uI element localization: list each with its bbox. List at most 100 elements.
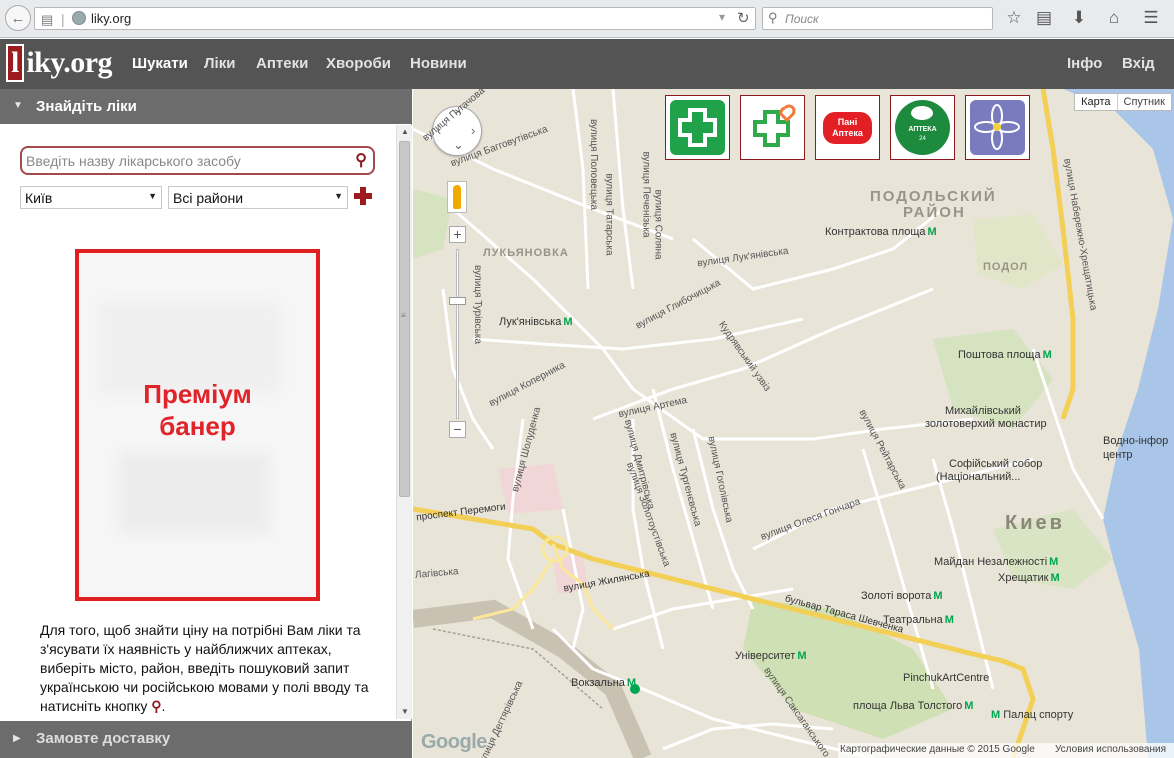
banner-line-2: банер [159, 411, 236, 441]
nav-medicines[interactable]: Ліки [204, 55, 235, 72]
chain-logo-heart-icon [745, 100, 800, 155]
pan-down-icon[interactable]: ⌄ [453, 137, 464, 153]
zoom-slider-track[interactable] [456, 249, 459, 419]
grip-icon: ≡ [401, 311, 406, 320]
city-select-value: Київ [25, 190, 53, 206]
pharmacy-chain-3[interactable]: Пані Аптека [815, 95, 880, 160]
tabs-icon[interactable]: ▤ [41, 12, 53, 28]
nav-pharmacies[interactable]: Аптеки [256, 55, 308, 72]
pharmacy-chain-1[interactable] [665, 95, 730, 160]
search-icon: ⚲ [151, 698, 162, 714]
nav-diseases[interactable]: Хвороби [326, 55, 391, 72]
map-data-credit[interactable]: Картографические данные © 2015 Google [840, 744, 1035, 755]
nav-login[interactable]: Вхід [1122, 55, 1155, 72]
sidebar: ▼ Знайдіть ліки ⚲ Київ ▼ Всі райони ▼ Пр… [0, 89, 412, 758]
site-header: l iky.org Шукати Ліки Аптеки Хвороби Нови… [0, 39, 1174, 89]
place-name: Вокзальна [571, 677, 625, 689]
place-label: Золоті ворота M [861, 590, 943, 602]
place-name: Палац спорту [1003, 709, 1074, 721]
medicine-search-field[interactable]: ⚲ [20, 146, 375, 175]
place-label: M Палац спорту [989, 709, 1073, 721]
site-logo[interactable]: l iky.org [6, 44, 113, 82]
place-label: центр [1103, 449, 1133, 461]
sidebar-scrollbar[interactable]: ▲ ≡ ▼ [396, 125, 412, 719]
district-label: РАЙОН [903, 204, 966, 221]
metro-icon: M [1049, 556, 1059, 568]
city-label: Киев [1005, 512, 1065, 534]
map-terms-link[interactable]: Условия использования [1055, 744, 1166, 755]
url-text[interactable]: liky.org [91, 11, 131, 26]
map-type-map[interactable]: Карта [1075, 94, 1116, 110]
nav-info[interactable]: Інфо [1067, 55, 1102, 72]
menu-icon[interactable]: ☰ [1141, 8, 1161, 28]
city-select[interactable]: Київ ▼ [20, 186, 162, 209]
url-separator: | [61, 11, 65, 27]
scroll-up-icon[interactable]: ▲ [401, 127, 409, 136]
browser-search-input[interactable]: ⚲ Поиск [762, 7, 993, 30]
google-logo[interactable]: Google [421, 731, 487, 754]
place-label: Університет M [735, 650, 807, 662]
pan-right-icon[interactable]: › [471, 123, 475, 138]
place-label: PinchukArtCentre [903, 672, 990, 684]
pharmacy-chain-5[interactable] [965, 95, 1030, 160]
browser-search-placeholder: Поиск [785, 12, 819, 26]
zoom-out-button[interactable]: − [449, 421, 466, 438]
nav-search[interactable]: Шукати [132, 55, 188, 72]
nav-news[interactable]: Новини [410, 55, 467, 72]
back-icon[interactable]: ← [5, 5, 31, 31]
map-area[interactable]: Карта Спутник ⌃ ‹ › ⌄ + − Пані Аптека АП… [413, 89, 1174, 758]
medicine-search-input[interactable] [26, 152, 346, 170]
browser-toolbar: ← ▤ | liky.org ▾ ↻ ⚲ Поиск ☆ ▤ ⬇ ⌂ ☰ [0, 0, 1174, 38]
metro-icon: M [563, 316, 573, 328]
chain-logo-apteka-24: АПТЕКА 24 [895, 100, 950, 155]
url-bar[interactable]: ▤ | liky.org ▾ ↻ [34, 7, 756, 30]
logo-text: iky.org [26, 46, 113, 79]
star-icon[interactable]: ☆ [1004, 8, 1024, 28]
pegman-figure [453, 185, 461, 209]
district-select[interactable]: Всі райони ▼ [168, 186, 348, 209]
chain-logo-graphic [753, 104, 796, 147]
metro-icon: M [797, 650, 807, 662]
find-panel-header[interactable]: ▼ Знайдіть ліки [0, 89, 412, 124]
home-icon[interactable]: ⌂ [1104, 8, 1124, 28]
reader-icon[interactable]: ▤ [1034, 8, 1054, 28]
help-text-end: . [161, 698, 166, 714]
chain-logo-graphic [678, 108, 717, 147]
street-label: вулиця Печенізька [640, 151, 652, 238]
premium-banner[interactable]: Преміум банер [75, 249, 320, 601]
place-label: Лук'янівська M [499, 316, 573, 328]
district-select-value: Всі райони [173, 190, 244, 206]
chain-3-label: Пані Аптека [823, 112, 872, 144]
zoom-in-button[interactable]: + [449, 226, 466, 243]
place-label: Контрактова площа M [825, 226, 937, 238]
download-icon[interactable]: ⬇ [1069, 8, 1089, 28]
chevron-down-icon: ▼ [148, 191, 157, 201]
place-label: золотоверхий монастир [925, 418, 1047, 430]
metro-icon: M [1042, 349, 1052, 361]
search-button-icon[interactable]: ⚲ [355, 150, 367, 170]
reload-icon[interactable]: ↻ [737, 9, 750, 27]
dropdown-icon[interactable]: ▾ [719, 10, 725, 24]
map-type-toggle[interactable]: Карта Спутник [1074, 93, 1172, 111]
delivery-panel-title: Замовте доставку [36, 730, 171, 747]
place-name: площа Льва Толстого [853, 700, 963, 712]
delivery-panel-header[interactable]: ▶ Замовте доставку [0, 721, 412, 758]
pharmacy-chain-2[interactable] [740, 95, 805, 160]
scrollbar-thumb[interactable]: ≡ [399, 141, 410, 497]
scroll-down-icon[interactable]: ▼ [401, 707, 409, 716]
place-label: Михайлівський [945, 405, 1021, 417]
chain-logo-cross-icon [670, 100, 725, 155]
help-text-body: Для того, щоб знайти ціну на потрібні Ва… [40, 622, 369, 714]
metro-icon: M [944, 614, 954, 626]
zoom-slider-thumb[interactable] [449, 297, 466, 305]
map-type-satellite[interactable]: Спутник [1116, 94, 1171, 110]
place-label: Хрещатик M [998, 572, 1060, 584]
add-plus-icon[interactable] [354, 187, 372, 205]
pharmacy-chain-4[interactable]: АПТЕКА 24 [890, 95, 955, 160]
park-area [973, 214, 1063, 289]
chain-4-label: АПТЕКА [908, 126, 937, 133]
metro-icon: M [964, 700, 974, 712]
district-label: ПОДОЛЬСКИЙ [870, 188, 997, 205]
place-label: (Національний... [936, 471, 1021, 483]
pegman-icon[interactable] [447, 181, 467, 213]
